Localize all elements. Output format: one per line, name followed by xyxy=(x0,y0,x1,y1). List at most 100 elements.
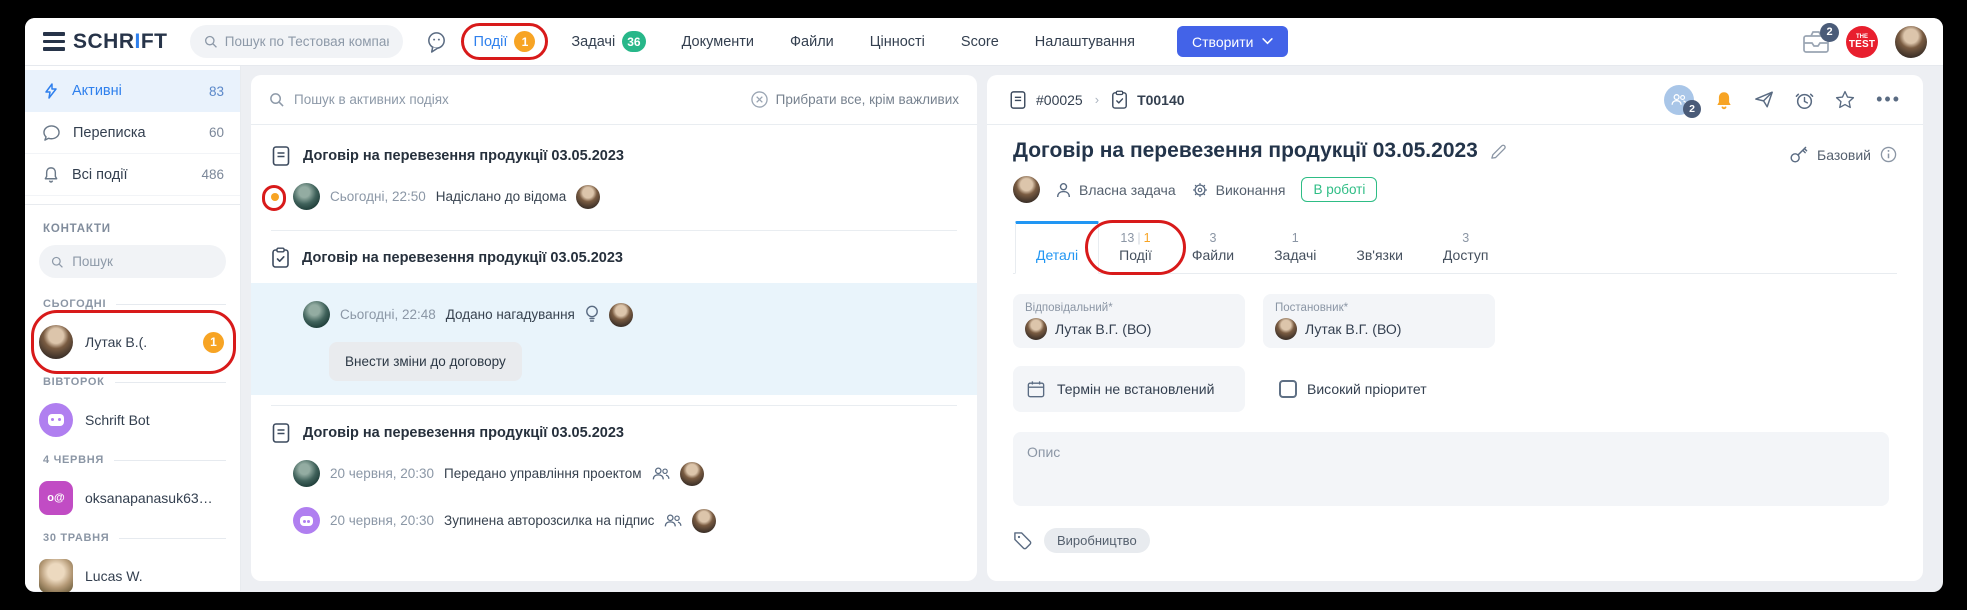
high-priority-toggle[interactable]: Високий пріоритет xyxy=(1279,380,1427,398)
nav-label: Події xyxy=(474,34,508,50)
task-stage[interactable]: Виконання xyxy=(1192,182,1286,198)
workspace-logo[interactable]: THE TEST xyxy=(1846,26,1878,58)
tab-count: 3 xyxy=(1192,231,1234,246)
event-time: Сьогодні, 22:48 xyxy=(340,307,436,322)
responsible-avatar xyxy=(1025,318,1047,340)
events-feed-panel: Прибрати все, крім важливих Договір на п… xyxy=(251,75,977,581)
tab-events[interactable]: 13|1 Події xyxy=(1099,226,1172,273)
nav-item-events[interactable]: Події 1 xyxy=(474,31,536,52)
task-owner-avatar[interactable] xyxy=(1013,176,1040,203)
clear-except-important-button[interactable]: Прибрати все, крім важливих xyxy=(751,91,959,108)
star-icon[interactable] xyxy=(1835,90,1855,109)
tab-label: Події xyxy=(1119,247,1152,263)
event-row[interactable]: 20 червня, 20:30 Зупинена авторозсилка н… xyxy=(251,497,977,544)
status-badge[interactable]: В роботі xyxy=(1301,177,1377,202)
notifications-icon[interactable] xyxy=(1715,90,1733,110)
author-value: Лутак В.Г. (ВО) xyxy=(1305,321,1401,337)
author-field[interactable]: Постановник* Лутак В.Г. (ВО) xyxy=(1263,294,1495,348)
event-group-title[interactable]: Договір на перевезення продукції 03.05.2… xyxy=(251,406,977,450)
nav-item-tasks[interactable]: Задачі 36 xyxy=(571,31,645,52)
sidebar-item-correspondence[interactable]: Переписка 60 xyxy=(25,112,240,154)
event-row[interactable]: Сьогодні, 22:48 Додано нагадування xyxy=(251,291,977,338)
sidebar-item-label: Всі події xyxy=(72,167,127,183)
feed-search-input[interactable] xyxy=(294,92,594,107)
actor-avatar xyxy=(293,183,320,210)
logo-text: SCHR xyxy=(73,30,135,53)
inbox-badge: 2 xyxy=(1820,23,1839,42)
tab-access[interactable]: 3 Доступ xyxy=(1423,226,1509,273)
contact-lutak[interactable]: Лутак В.(. 1 xyxy=(25,318,240,366)
members-icon[interactable]: 2 xyxy=(1664,85,1694,115)
responsible-label: Відповідальний* xyxy=(1025,302,1233,314)
more-actions-icon[interactable]: ••• xyxy=(1876,89,1901,110)
nav-item-settings[interactable]: Налаштування xyxy=(1035,34,1135,50)
nav-item-score[interactable]: Score xyxy=(961,34,999,50)
nav-label: Документи xyxy=(682,34,754,50)
event-row[interactable]: 20 червня, 20:30 Передано управління про… xyxy=(251,450,977,497)
event-group-title[interactable]: Договір на перевезення продукції 03.05.2… xyxy=(251,231,977,275)
responsible-field[interactable]: Відповідальний* Лутак В.Г. (ВО) xyxy=(1013,294,1245,348)
nav-label: Файли xyxy=(790,34,834,50)
breadcrumb-project[interactable]: #00025 xyxy=(1009,90,1083,110)
nav-item-files[interactable]: Файли xyxy=(790,34,834,50)
tag-icon[interactable] xyxy=(1013,531,1032,550)
tag-production[interactable]: Виробництво xyxy=(1044,528,1150,553)
nav-item-documents[interactable]: Документи xyxy=(682,34,754,50)
contact-group-date: 30 ТРАВНЯ xyxy=(25,522,240,552)
event-group-title[interactable]: Договір на перевезення продукції 03.05.2… xyxy=(251,129,977,173)
breadcrumb-task[interactable]: T00140 xyxy=(1111,90,1184,110)
menu-icon[interactable] xyxy=(43,32,65,51)
edit-title-icon[interactable] xyxy=(1490,143,1507,160)
contact-lucas[interactable]: Lucas W. xyxy=(25,552,240,592)
tab-files[interactable]: 3 Файли xyxy=(1172,226,1254,273)
info-icon xyxy=(1880,146,1897,163)
contact-schrift-bot[interactable]: Schrift Bot xyxy=(25,396,240,444)
event-time: 20 червня, 20:30 xyxy=(330,513,434,528)
priority-checkbox[interactable] xyxy=(1279,380,1297,398)
tab-label: Доступ xyxy=(1443,247,1489,263)
task-fields-row: Відповідальний* Лутак В.Г. (ВО) Постанов… xyxy=(1013,294,1897,348)
create-button-label: Створити xyxy=(1192,34,1253,50)
inbox-icon[interactable]: 2 xyxy=(1803,31,1829,53)
contacts-search-field[interactable] xyxy=(39,245,226,278)
send-icon[interactable] xyxy=(1754,90,1774,109)
tab-links[interactable]: Зв'язки xyxy=(1336,226,1423,273)
sidebar-item-all-events[interactable]: Всі події 486 xyxy=(25,154,240,196)
nav-item-values[interactable]: Цінності xyxy=(870,34,925,50)
nav-label: Цінності xyxy=(870,34,925,50)
global-search-input[interactable] xyxy=(225,34,389,49)
chat-icon xyxy=(43,125,60,141)
chevron-down-icon xyxy=(1262,38,1273,45)
access-level[interactable]: Базовий xyxy=(1789,139,1897,164)
task-detail-panel: #00025 › T00140 2 xyxy=(987,75,1923,581)
global-search-field[interactable] xyxy=(190,25,403,58)
user-avatar[interactable] xyxy=(1895,26,1927,58)
sidebar-item-count: 60 xyxy=(209,125,224,140)
members-badge: 2 xyxy=(1683,100,1701,118)
tab-count: 3 xyxy=(1443,231,1489,246)
create-button[interactable]: Створити xyxy=(1177,26,1288,57)
priority-label: Високий пріоритет xyxy=(1307,381,1427,397)
tab-details[interactable]: Деталі xyxy=(1015,221,1099,274)
email-avatar: о@ xyxy=(39,481,73,515)
events-badge: 1 xyxy=(514,31,535,52)
task-tabs: Деталі 13|1 Події 3 Файли 1 Задачі xyxy=(1013,221,1897,274)
support-chat-icon[interactable] xyxy=(425,30,448,53)
document-icon xyxy=(271,422,291,444)
deadline-field[interactable]: Термін не встановлений xyxy=(1013,366,1245,412)
contact-group-date: СЬОГОДНІ xyxy=(25,288,240,318)
task-type[interactable]: Власна задача xyxy=(1056,182,1176,198)
sidebar-item-active[interactable]: Активні 83 xyxy=(25,70,240,112)
app-logo[interactable]: SCHRIFT xyxy=(73,30,168,54)
task-header-actions: 2 ••• xyxy=(1664,85,1901,115)
contacts-search-input[interactable] xyxy=(72,254,214,269)
contact-email[interactable]: о@ oksanapanasuk63@gmail.c... xyxy=(25,474,240,522)
timer-icon[interactable] xyxy=(1795,90,1814,110)
gear-icon xyxy=(1192,182,1208,198)
event-row[interactable]: Сьогодні, 22:50 Надіслано до відома xyxy=(251,173,977,220)
workspace-logo-line2: TEST xyxy=(1849,40,1875,50)
description-field[interactable]: Опис xyxy=(1013,432,1889,506)
highlighted-event[interactable]: Сьогодні, 22:48 Додано нагадування Внест… xyxy=(251,283,977,395)
app-window: SCHRIFT Події 1 Задачі 36 Документи Файл… xyxy=(25,18,1943,592)
tab-subtasks[interactable]: 1 Задачі xyxy=(1254,226,1336,273)
